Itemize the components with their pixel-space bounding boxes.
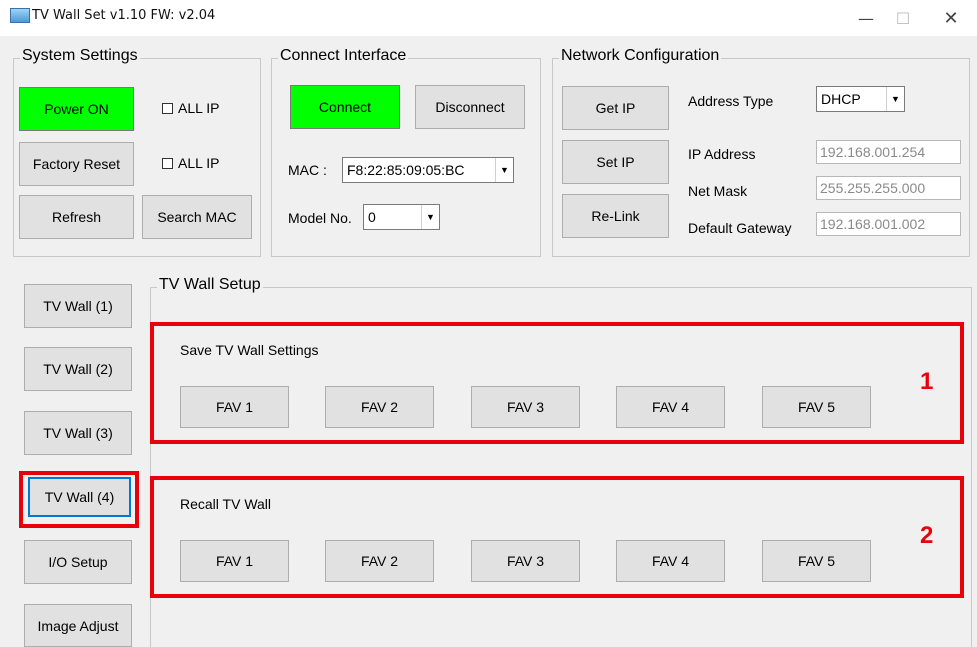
search-mac-button[interactable]: Search MAC xyxy=(142,195,252,239)
mac-value: F8:22:85:09:05:BC xyxy=(347,162,465,178)
connect-interface-title: Connect Interface xyxy=(278,47,409,65)
model-no-value: 0 xyxy=(368,209,376,225)
sidebar-item-io-setup[interactable]: I/O Setup xyxy=(24,540,132,584)
window-title: TV Wall Set v1.10 FW: v2.04 xyxy=(32,8,216,23)
dropdown-arrow-icon[interactable]: ▼ xyxy=(495,158,513,182)
default-gateway-label: Default Gateway xyxy=(688,220,792,236)
ip-address-field[interactable]: 192.168.001.254 xyxy=(816,140,961,164)
get-ip-button[interactable]: Get IP xyxy=(562,86,669,130)
highlight-box-tv-wall-4 xyxy=(19,471,139,528)
network-configuration-title: Network Configuration xyxy=(559,47,722,65)
sidebar-item-tv-wall-2[interactable]: TV Wall (2) xyxy=(24,347,132,391)
close-button[interactable]: ✕ xyxy=(928,4,974,32)
annotation-number-2: 2 xyxy=(920,522,934,549)
mac-select[interactable]: F8:22:85:09:05:BC ▼ xyxy=(342,157,514,183)
highlight-box-recall xyxy=(150,476,964,598)
refresh-button[interactable]: Refresh xyxy=(19,195,134,239)
net-mask-field[interactable]: 255.255.255.000 xyxy=(816,176,961,200)
highlight-box-save xyxy=(150,322,964,444)
model-no-select[interactable]: 0 ▼ xyxy=(363,204,440,230)
address-type-select[interactable]: DHCP ▼ xyxy=(816,86,905,112)
system-settings-title: System Settings xyxy=(20,47,140,65)
sidebar-item-tv-wall-1[interactable]: TV Wall (1) xyxy=(24,284,132,328)
checkbox-box[interactable] xyxy=(162,157,173,169)
dropdown-arrow-icon[interactable]: ▼ xyxy=(886,87,904,111)
sidebar-item-tv-wall-3[interactable]: TV Wall (3) xyxy=(24,411,132,455)
dropdown-arrow-icon[interactable]: ▼ xyxy=(421,205,439,229)
net-mask-label: Net Mask xyxy=(688,183,748,199)
set-ip-button[interactable]: Set IP xyxy=(562,140,669,184)
mac-label: MAC : xyxy=(288,162,327,178)
sidebar-item-image-adjust[interactable]: Image Adjust xyxy=(24,604,132,647)
disconnect-button[interactable]: Disconnect xyxy=(415,85,525,129)
power-on-button[interactable]: Power ON xyxy=(19,87,134,131)
app-monitor-icon xyxy=(10,8,30,23)
factory-reset-button[interactable]: Factory Reset xyxy=(19,142,134,186)
all-ip-label-1: ALL IP xyxy=(178,100,220,116)
address-type-value: DHCP xyxy=(821,91,861,107)
all-ip-checkbox-2[interactable]: ALL IP xyxy=(162,155,220,171)
address-type-label: Address Type xyxy=(688,93,774,109)
app-window: TV Wall Set v1.10 FW: v2.04 — ☐ ✕ System… xyxy=(0,0,977,647)
all-ip-label-2: ALL IP xyxy=(178,155,220,171)
model-no-label: Model No. xyxy=(288,210,352,226)
relink-button[interactable]: Re-Link xyxy=(562,194,669,238)
all-ip-checkbox-1[interactable]: ALL IP xyxy=(162,100,220,116)
connect-button[interactable]: Connect xyxy=(290,85,400,129)
annotation-number-1: 1 xyxy=(920,368,934,395)
tv-wall-setup-title: TV Wall Setup xyxy=(157,276,263,294)
checkbox-box[interactable] xyxy=(162,102,173,114)
ip-address-label: IP Address xyxy=(688,146,756,162)
maximize-button[interactable]: ☐ xyxy=(880,4,926,32)
title-bar: TV Wall Set v1.10 FW: v2.04 — ☐ ✕ xyxy=(0,0,977,36)
default-gateway-field[interactable]: 192.168.001.002 xyxy=(816,212,961,236)
